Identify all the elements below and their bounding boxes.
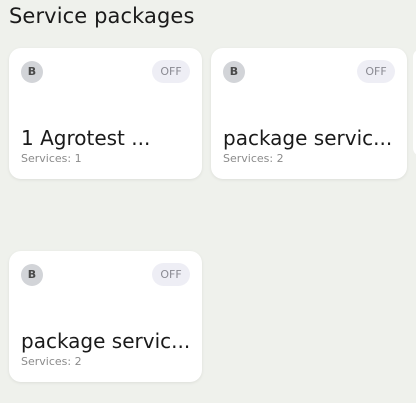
package-name: 1 Agrotest ... (21, 126, 151, 150)
package-name: package servic... (223, 126, 393, 150)
package-avatar: B (223, 61, 245, 83)
package-status-toggle[interactable]: OFF (152, 60, 190, 83)
package-card[interactable]: B OFF 1 Agrotest ... Services: 1 (9, 48, 202, 179)
package-services-count: Services: 2 (223, 152, 284, 165)
package-avatar: B (21, 61, 43, 83)
package-services-count: Services: 2 (21, 355, 82, 368)
package-services-count: Services: 1 (21, 152, 82, 165)
package-card[interactable]: B OFF package servic... Services: 2 (211, 48, 407, 179)
package-name: package servic... (21, 329, 191, 353)
page-title: Service packages (9, 4, 195, 28)
package-status-toggle[interactable]: OFF (357, 60, 395, 83)
package-card[interactable]: B OFF package servic... Services: 2 (9, 251, 202, 382)
package-status-toggle[interactable]: OFF (152, 263, 190, 286)
package-avatar: B (21, 264, 43, 286)
